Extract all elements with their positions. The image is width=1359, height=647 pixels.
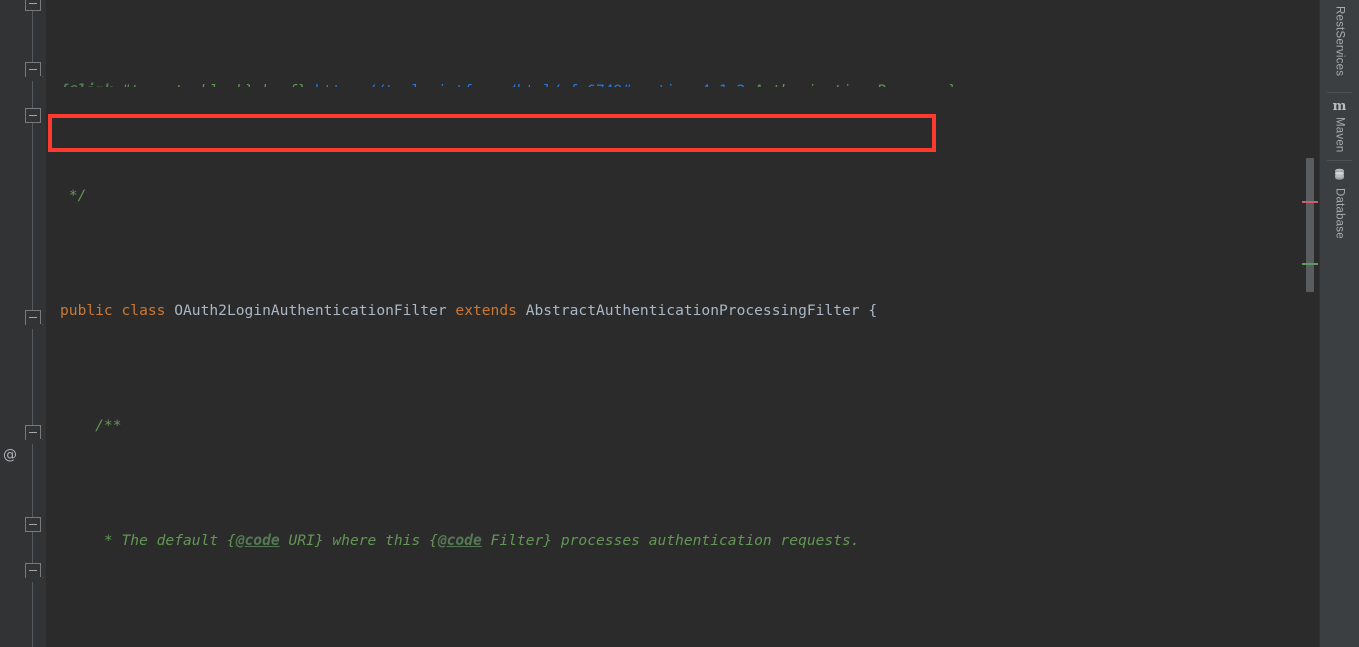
tool-window-label: Maven [1333,117,1346,153]
code-editor-area[interactable]: {@link #target _blank} href} https://too… [46,0,1300,647]
maven-icon: m [1332,99,1347,114]
toolbar-divider [1327,92,1352,93]
tool-window-label: Database [1333,188,1346,239]
code-line: * The default {@code URI} where this {@c… [60,532,860,549]
editor-gutter[interactable]: @ [0,0,46,647]
ide-editor-window: @ {@link #target _blank} href} https://t… [0,0,1359,647]
code-line: /** [60,417,122,434]
fold-marker[interactable] [25,108,41,123]
code-line: public class OAuth2LoginAuthenticationFi… [60,302,878,319]
editor-scrollbar[interactable] [1300,0,1320,647]
tool-window-database[interactable]: Database [1320,168,1359,239]
toolbar-divider [1327,160,1352,161]
annotation-gutter-icon[interactable]: @ [3,448,17,462]
fold-marker[interactable] [25,563,41,578]
fold-marker[interactable] [25,517,41,532]
fold-marker[interactable] [25,62,41,77]
error-stripe-marker[interactable] [1302,201,1318,203]
fold-marker[interactable] [25,425,41,440]
tool-window-label: RestServices [1333,6,1346,77]
scrollbar-thumb[interactable] [1306,158,1314,292]
database-icon [1333,168,1346,184]
tool-window-restservices[interactable]: RestServices [1320,6,1359,76]
source-code: {@link #target _blank} href} https://too… [46,0,1035,647]
tool-window-maven[interactable]: m Maven [1320,100,1359,153]
fold-marker[interactable] [25,0,41,11]
ok-stripe-marker[interactable] [1302,263,1318,265]
code-line: */ [60,187,87,204]
right-tool-window-bar[interactable]: RestServices m Maven Database [1319,0,1359,647]
fold-marker[interactable] [25,310,41,325]
code-line: {@link #target _blank} href} https://too… [46,79,1035,87]
